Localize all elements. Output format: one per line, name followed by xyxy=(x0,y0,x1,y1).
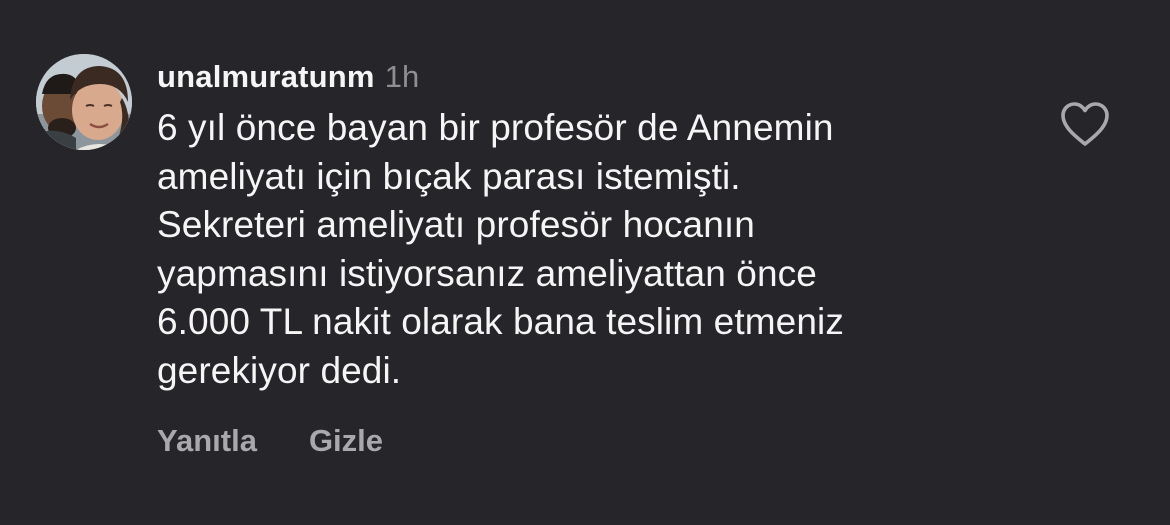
reply-button[interactable]: Yanıtla xyxy=(157,423,257,459)
timestamp: 1h xyxy=(384,59,420,94)
heart-outline-icon xyxy=(1061,102,1109,146)
hide-button[interactable]: Gizle xyxy=(309,423,383,459)
comment-meta: unalmuratunm 1h xyxy=(157,52,1017,102)
comment-text: 6 yıl önce bayan bir profesör de Annemin… xyxy=(157,107,844,391)
avatar-image xyxy=(36,54,132,150)
comment-content: unalmuratunm 1h 6 yıl önce bayan bir pro… xyxy=(157,52,1017,459)
username[interactable]: unalmuratunm xyxy=(157,59,375,95)
like-button[interactable] xyxy=(1059,100,1111,148)
comment: unalmuratunm 1h 6 yıl önce bayan bir pro… xyxy=(0,0,1170,525)
avatar[interactable] xyxy=(36,54,132,150)
comment-actions: Yanıtla Gizle xyxy=(157,423,1017,459)
